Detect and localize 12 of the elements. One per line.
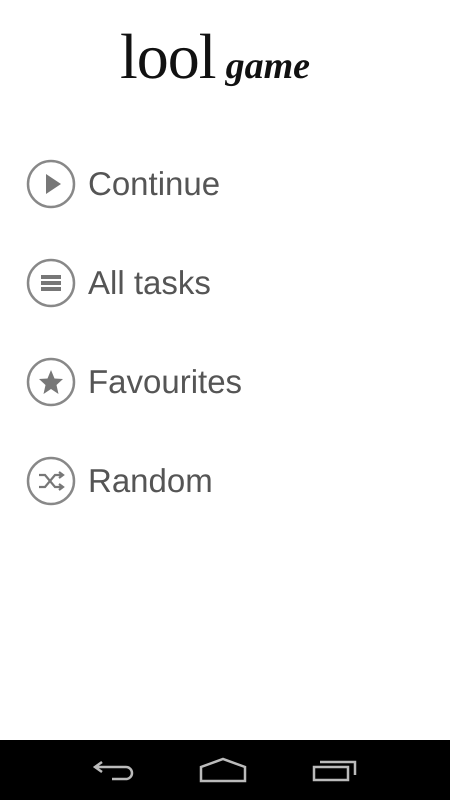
menu-item[interactable]: Continue	[88, 158, 220, 210]
back-icon[interactable]	[92, 758, 134, 782]
shuffle-icon[interactable]	[26, 456, 76, 506]
menu-item[interactable]: Random	[88, 455, 213, 507]
logo-text: lool	[120, 20, 216, 94]
menu-item[interactable]: All tasks	[88, 257, 211, 309]
recents-icon[interactable]	[312, 758, 358, 782]
menu-item[interactable]: Favourites	[88, 356, 242, 408]
home-icon[interactable]	[198, 757, 247, 783]
play-icon[interactable]	[26, 159, 76, 209]
logo-subtitle: game	[226, 44, 310, 88]
list-icon[interactable]	[26, 258, 76, 308]
